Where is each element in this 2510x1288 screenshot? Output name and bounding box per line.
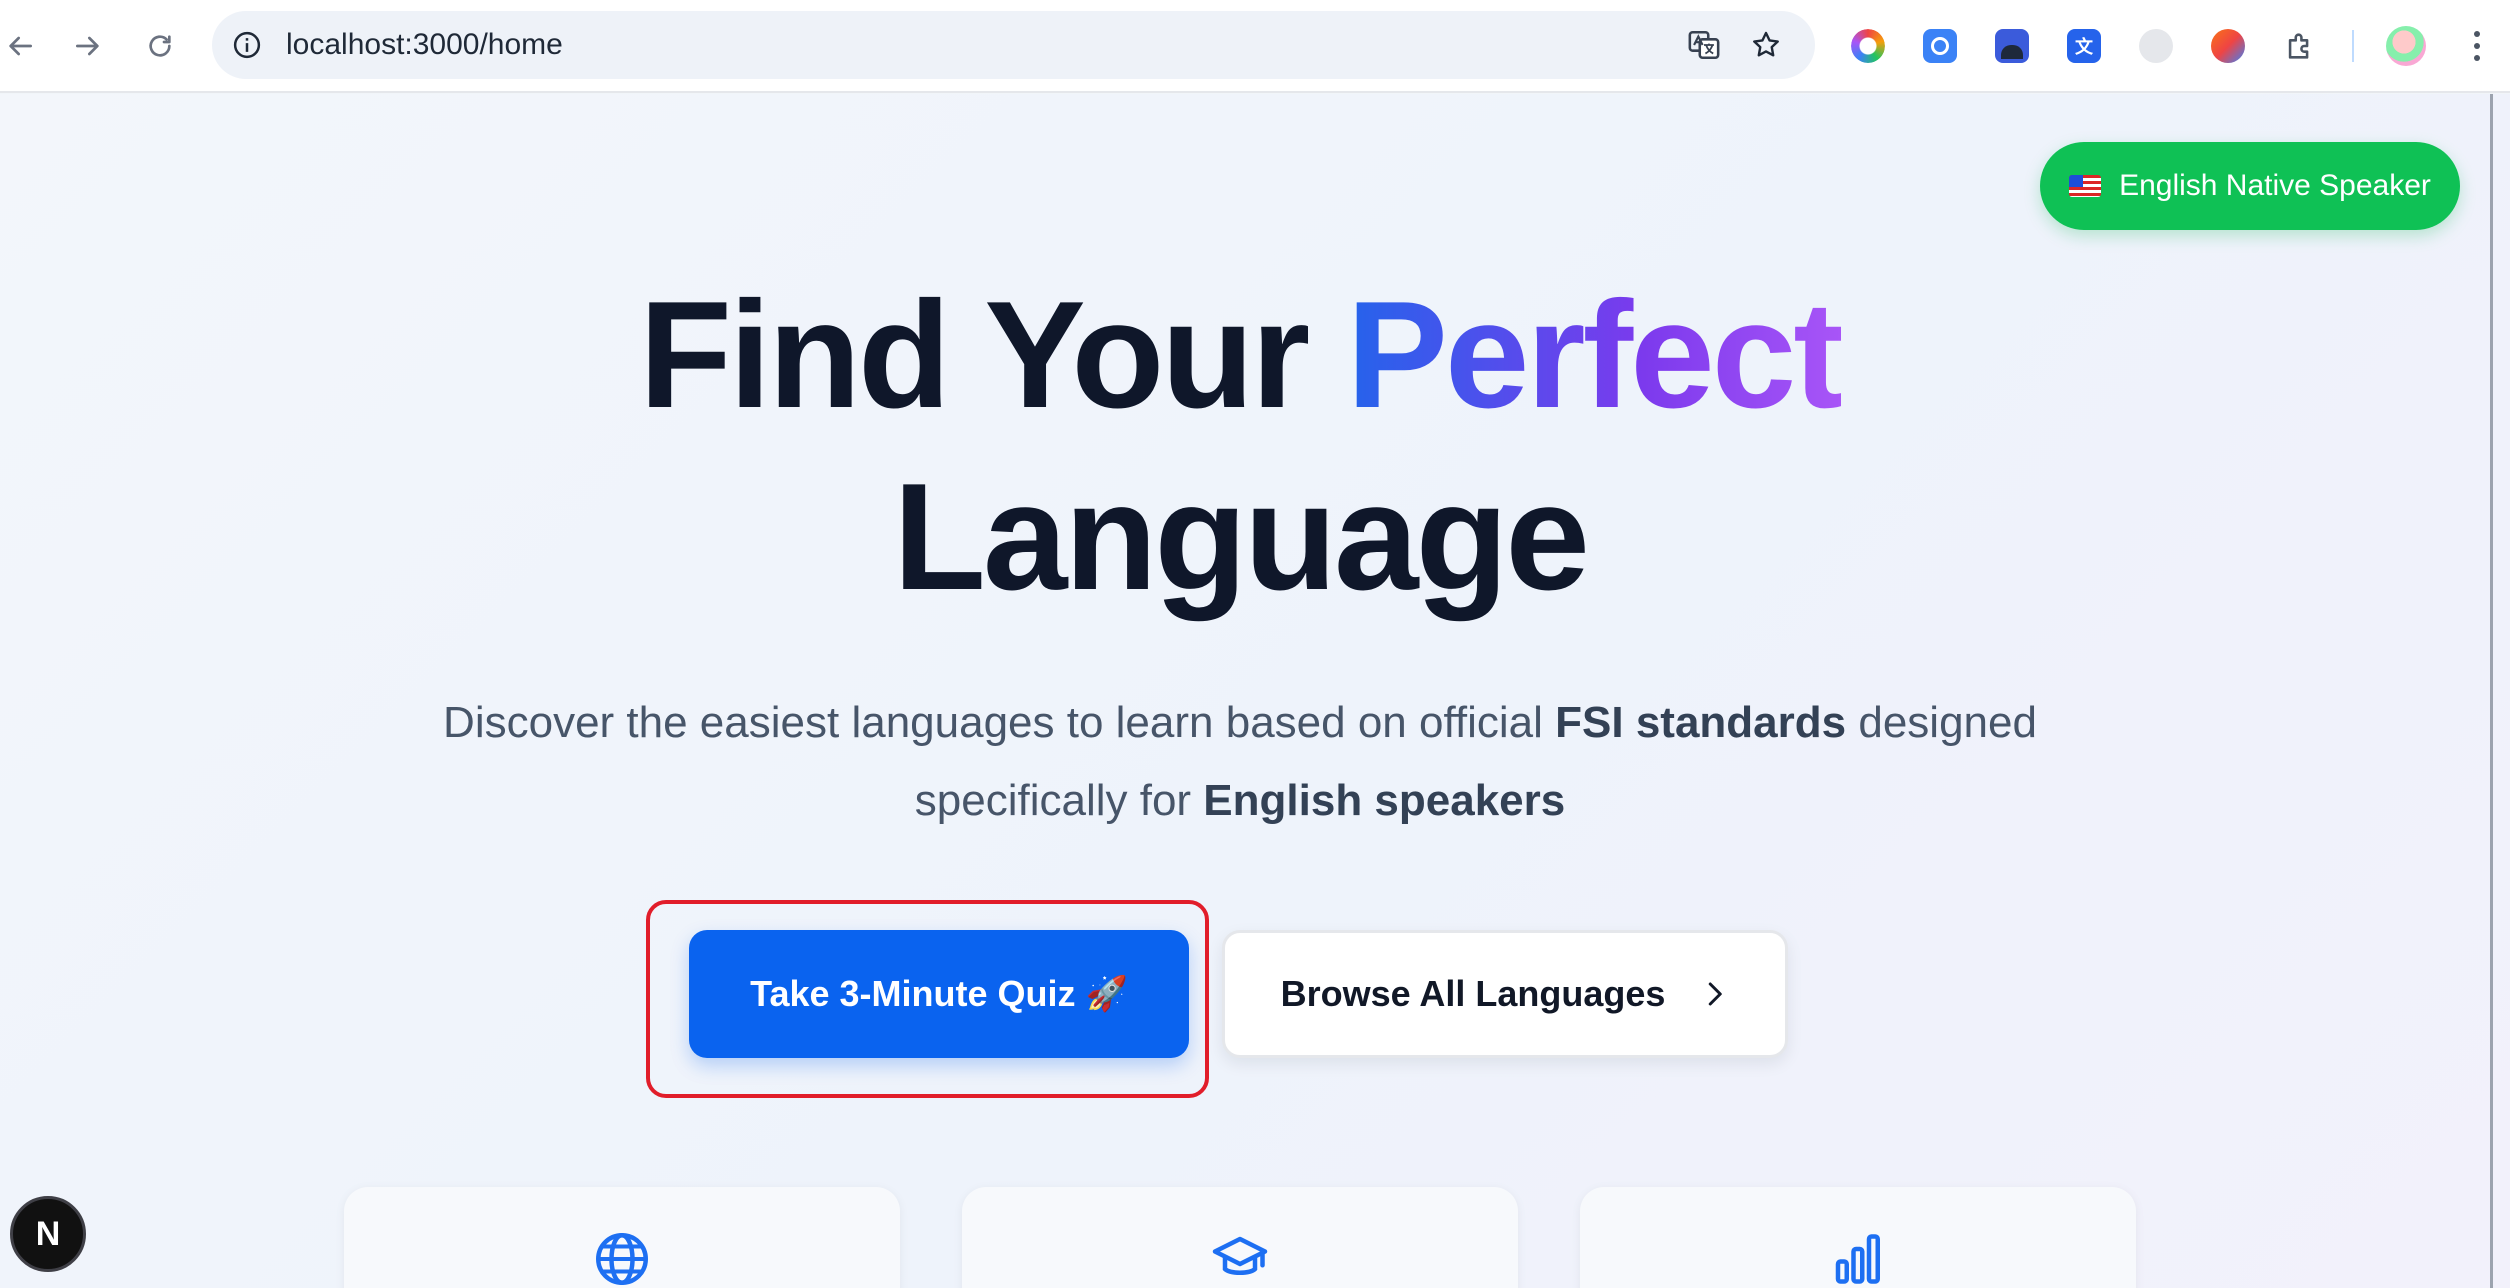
fox-extension-icon[interactable] — [2210, 28, 2246, 64]
translate-icon[interactable] — [1684, 25, 1724, 65]
url-text[interactable]: localhost:3000/home — [286, 11, 563, 79]
forward-button[interactable] — [68, 26, 108, 66]
hero-title-part1: Find Your — [639, 270, 1347, 440]
toolbar-divider — [2352, 30, 2354, 62]
feature-card-global[interactable] — [344, 1187, 900, 1288]
site-info-icon[interactable] — [230, 28, 264, 62]
us-flag-icon — [2069, 175, 2102, 197]
browse-languages-button[interactable]: Browse All Languages — [1222, 930, 1788, 1058]
puzzle-extensions-icon[interactable] — [2282, 28, 2318, 64]
browse-languages-label: Browse All Languages — [1280, 973, 1666, 1014]
color-wheel-extension-icon[interactable] — [1850, 28, 1886, 64]
chat-extension-icon[interactable] — [1922, 28, 1958, 64]
reload-icon — [149, 35, 171, 57]
browser-toolbar: localhost:3000/home 文 — [0, 0, 2510, 93]
arrow-right-icon — [76, 36, 99, 56]
take-quiz-button[interactable]: Take 3-Minute Quiz 🚀 — [689, 930, 1189, 1058]
bar-chart-icon — [1828, 1229, 1888, 1288]
hero-sub-english: English speakers — [1203, 776, 1566, 825]
hero-sub-part1: Discover the easiest languages to learn … — [443, 698, 1556, 747]
address-bar[interactable]: localhost:3000/home — [212, 11, 1815, 79]
back-button[interactable] — [0, 26, 40, 66]
home-page: English Native Speaker Find Your Perfect… — [0, 94, 2510, 1288]
native-language-label: English Native Speaker — [2119, 169, 2431, 202]
translate-extension-icon[interactable]: 文 — [2066, 28, 2102, 64]
cloud-extension-icon[interactable] — [2138, 28, 2174, 64]
chevron-right-icon — [1699, 979, 1729, 1009]
bookmark-star-icon[interactable] — [1746, 25, 1786, 65]
native-language-badge[interactable]: English Native Speaker — [2040, 142, 2460, 230]
reload-button[interactable] — [140, 26, 180, 66]
feature-card-learning[interactable] — [962, 1187, 1518, 1288]
hero-title-part2: Language — [893, 452, 1590, 622]
browser-menu-icon[interactable] — [2462, 26, 2492, 66]
rocket-icon: 🚀 — [1085, 975, 1128, 1013]
hero-title-accent: Perfect — [1346, 270, 1844, 440]
take-quiz-label: Take 3-Minute Quiz — [750, 973, 1076, 1014]
feature-card-difficulty[interactable] — [1580, 1187, 2136, 1288]
hero-subtitle: Discover the easiest languages to learn … — [380, 684, 2100, 840]
hero-sub-fsi: FSI standards — [1555, 698, 1847, 747]
hero-title: Find Your Perfect Language — [0, 264, 2480, 628]
globe-icon — [592, 1229, 652, 1288]
nextjs-dev-indicator[interactable]: N — [10, 1196, 86, 1272]
robot-extension-icon[interactable] — [1994, 28, 2030, 64]
arrow-left-icon — [9, 36, 32, 56]
profile-avatar[interactable] — [2386, 26, 2426, 66]
scrollbar-track[interactable] — [2490, 94, 2493, 1288]
graduation-cap-icon — [1210, 1229, 1270, 1288]
